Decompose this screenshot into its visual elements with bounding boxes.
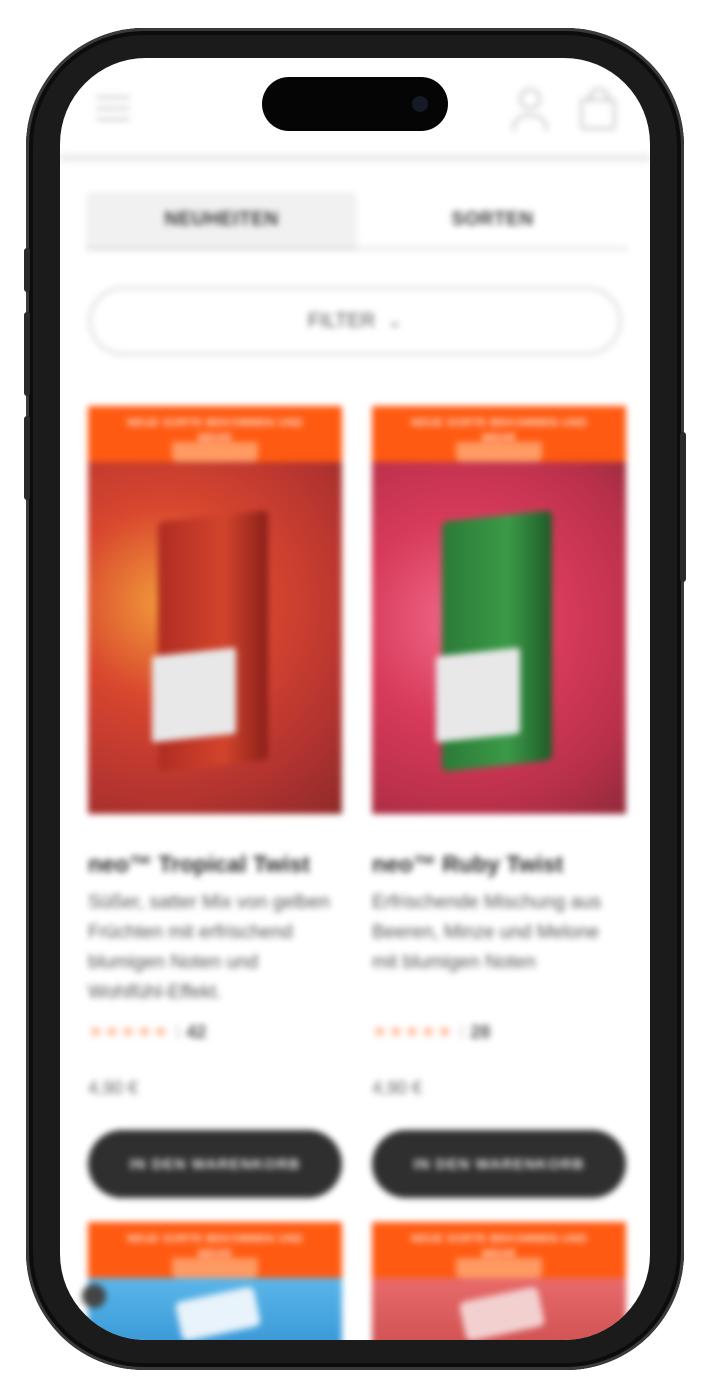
promo-banner: NEUE SORTE BEKOMMEN UND MEHR: [88, 406, 342, 462]
product-title[interactable]: neo™ Ruby Twist: [372, 850, 626, 878]
product-description: Erfrischende Mischung aus Beeren, Minze …: [372, 892, 602, 973]
product-card[interactable]: NEUE SORTE BEKOMMEN UND MEHR: [372, 1222, 626, 1340]
chevron-down-icon: ⌄: [387, 310, 403, 331]
product-pack-label: [152, 647, 236, 743]
promo-banner: NEUE SORTE BEKOMMEN UND MEHR: [372, 1222, 626, 1278]
product-card[interactable]: NEUE SORTE BEKOMMEN UND MEHR neo™ Ruby T…: [372, 406, 626, 1198]
camera-icon: [412, 96, 428, 112]
phone-volume-up-button: [24, 312, 30, 396]
product-title[interactable]: neo™ Tropical Twist: [88, 850, 342, 878]
product-image[interactable]: NEUE SORTE BEKOMMEN UND MEHR: [88, 406, 342, 814]
product-card[interactable]: NEUE SORTE BEKOMMEN UND MEHR: [88, 1222, 342, 1340]
header-divider: [60, 154, 650, 162]
product-price: 4,90 €: [372, 1078, 423, 1098]
rating-count: 42: [186, 1021, 207, 1042]
user-icon[interactable]: [512, 88, 548, 131]
app-screen: NEUHEITEN SORTEN FILTER ⌄ NEUE SORTE BEK…: [60, 58, 650, 1340]
product-rating: ★★★★★ 42: [88, 1020, 342, 1044]
product-description: Süßer, satter Mix von gelben Früchten mi…: [88, 892, 330, 1003]
product-pack-label: [436, 647, 520, 743]
tab-neuheiten[interactable]: NEUHEITEN: [86, 192, 357, 250]
chat-widget-icon[interactable]: [82, 1284, 106, 1308]
promo-banner: NEUE SORTE BEKOMMEN UND MEHR: [372, 406, 626, 462]
phone-volume-down-button: [24, 416, 30, 500]
shopping-bag-icon[interactable]: [580, 88, 618, 130]
add-to-cart-button[interactable]: IN DEN WARENKORB: [88, 1130, 342, 1198]
add-to-cart-button[interactable]: IN DEN WARENKORB: [372, 1130, 626, 1198]
category-tabs: NEUHEITEN SORTEN: [86, 192, 628, 250]
phone-side-button: [24, 248, 30, 292]
phone-power-button: [680, 432, 686, 582]
filter-label: FILTER: [307, 309, 376, 332]
star-rating-icon: ★★★★★: [372, 1022, 454, 1041]
star-rating-icon: ★★★★★: [88, 1022, 170, 1041]
hamburger-menu-icon[interactable]: [96, 96, 130, 122]
dynamic-island: [262, 77, 448, 131]
product-image[interactable]: NEUE SORTE BEKOMMEN UND MEHR: [372, 406, 626, 814]
promo-banner: NEUE SORTE BEKOMMEN UND MEHR: [88, 1222, 342, 1278]
product-rating: ★★★★★ 28: [372, 1020, 626, 1044]
product-price: 4,90 €: [88, 1078, 139, 1098]
rating-count: 28: [470, 1021, 491, 1042]
tab-sorten[interactable]: SORTEN: [357, 192, 628, 250]
product-card[interactable]: NEUE SORTE BEKOMMEN UND MEHR neo™ Tropic…: [88, 406, 342, 1198]
filter-button[interactable]: FILTER ⌄: [88, 286, 622, 356]
page-content: NEUHEITEN SORTEN FILTER ⌄ NEUE SORTE BEK…: [60, 58, 650, 1340]
